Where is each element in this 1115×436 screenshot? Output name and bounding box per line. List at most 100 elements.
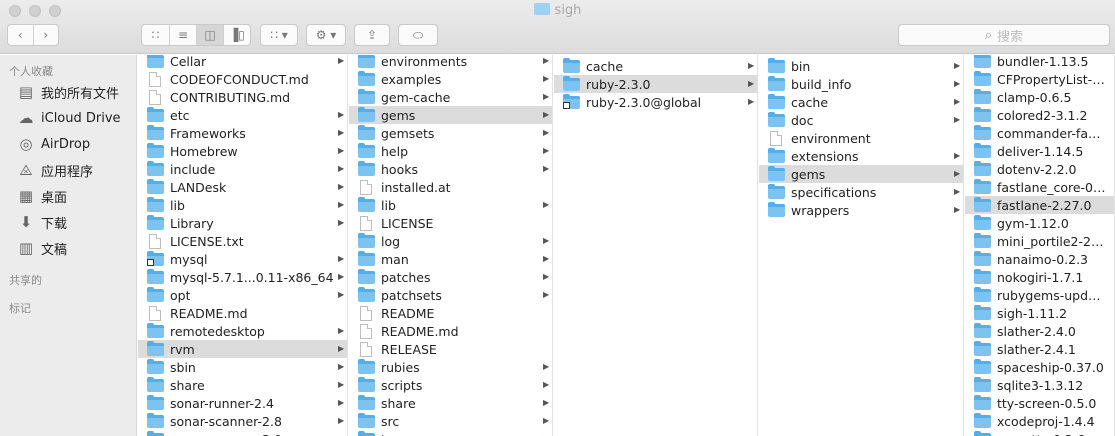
file-row[interactable]: man ▶: [349, 250, 552, 268]
file-row[interactable]: Frameworks ▶: [138, 124, 347, 142]
share-button[interactable]: ⇪: [354, 24, 390, 46]
back-button[interactable]: ‹: [8, 25, 34, 45]
file-row[interactable]: specifications ▶: [759, 183, 963, 201]
file-row[interactable]: Library ▶: [138, 214, 347, 232]
file-row[interactable]: installed.at: [349, 178, 552, 196]
file-row[interactable]: RELEASE: [349, 340, 552, 358]
file-row[interactable]: commander-fastlane-: [965, 124, 1114, 142]
sidebar-item-applications[interactable]: ⨻ 应用程序: [17, 159, 93, 181]
file-row[interactable]: gems ▶: [349, 106, 552, 124]
file-row[interactable]: lib ▶: [349, 196, 552, 214]
sidebar-item-documents[interactable]: ▥ 文稿: [17, 237, 67, 259]
file-row[interactable]: cache ▶: [554, 57, 757, 75]
sidebar-item-airdrop[interactable]: ◎ AirDrop: [17, 133, 90, 155]
file-row[interactable]: share ▶: [138, 376, 347, 394]
file-row[interactable]: cache ▶: [759, 93, 963, 111]
file-row[interactable]: tmp ▶: [349, 430, 552, 436]
file-row[interactable]: README: [349, 304, 552, 322]
file-row[interactable]: environment: [759, 129, 963, 147]
file-row[interactable]: examples ▶: [349, 70, 552, 88]
sidebar-item-downloads[interactable]: ⬇ 下载: [17, 211, 67, 233]
file-row[interactable]: README.md: [349, 322, 552, 340]
file-name: etc: [170, 107, 190, 123]
file-name: tty-screen-0.5.0: [997, 395, 1097, 411]
file-row[interactable]: spaceship-0.37.0: [965, 358, 1114, 376]
file-row[interactable]: Cellar ▶: [138, 55, 347, 70]
file-row[interactable]: gem-cache ▶: [349, 88, 552, 106]
file-row[interactable]: sigh-1.11.2: [965, 304, 1114, 322]
file-row[interactable]: patches ▶: [349, 268, 552, 286]
file-row[interactable]: gems ▶: [759, 165, 963, 183]
file-row[interactable]: src ▶: [349, 412, 552, 430]
file-row[interactable]: bin ▶: [759, 57, 963, 75]
file-row[interactable]: rvm ▶: [138, 340, 347, 358]
cover-flow-button[interactable]: ▐▯: [224, 25, 250, 45]
file-row[interactable]: ruby-2.3.0 ▶: [554, 75, 757, 93]
file-row[interactable]: sqlite3-1.3.12: [965, 376, 1114, 394]
file-row[interactable]: nokogiri-1.7.1: [965, 268, 1114, 286]
sidebar-item-icloud-drive[interactable]: ☁ iCloud Drive: [17, 107, 121, 129]
sidebar-item-desktop[interactable]: ▦ 桌面: [17, 185, 67, 207]
file-row[interactable]: tty-screen-0.5.0: [965, 394, 1114, 412]
file-row[interactable]: log ▶: [349, 232, 552, 250]
column-view-button[interactable]: ◫: [197, 25, 224, 45]
file-row[interactable]: deliver-1.14.5: [965, 142, 1114, 160]
file-row[interactable]: remotedesktop ▶: [138, 322, 347, 340]
file-row[interactable]: CFPropertyList-2.3.3: [965, 70, 1114, 88]
file-name: sbin: [170, 359, 196, 375]
file-row[interactable]: doc ▶: [759, 111, 963, 129]
arrange-button[interactable]: ∷ ▾: [260, 24, 298, 46]
tags-button[interactable]: ⬭: [398, 24, 438, 46]
file-row[interactable]: scripts ▶: [349, 376, 552, 394]
file-row[interactable]: Homebrew ▶: [138, 142, 347, 160]
icon-view-button[interactable]: ∷: [142, 25, 170, 45]
file-row[interactable]: lib ▶: [138, 196, 347, 214]
file-row[interactable]: colored2-3.1.2: [965, 106, 1114, 124]
file-row[interactable]: rubygems-update-2.6: [965, 286, 1114, 304]
file-row[interactable]: sbin ▶: [138, 358, 347, 376]
file-row[interactable]: rubies ▶: [349, 358, 552, 376]
file-row[interactable]: patchsets ▶: [349, 286, 552, 304]
file-row[interactable]: opt ▶: [138, 286, 347, 304]
file-row[interactable]: mini_portile2-2.1.0: [965, 232, 1114, 250]
file-row[interactable]: help ▶: [349, 142, 552, 160]
file-row[interactable]: dotenv-2.2.0: [965, 160, 1114, 178]
folder-icon: [974, 376, 991, 392]
file-row[interactable]: LANDesk ▶: [138, 178, 347, 196]
forward-button[interactable]: ›: [34, 25, 59, 45]
file-row[interactable]: CONTRIBUTING.md: [138, 88, 347, 106]
file-row[interactable]: sonar-scanner-3.0 ▶: [138, 430, 347, 436]
file-row[interactable]: fastlane-2.27.0: [965, 196, 1114, 214]
file-row[interactable]: clamp-0.6.5: [965, 88, 1114, 106]
file-row[interactable]: CODEOFCONDUCT.md: [138, 70, 347, 88]
file-row[interactable]: sonar-scanner-2.8 ▶: [138, 412, 347, 430]
file-row[interactable]: nanaimo-0.2.3: [965, 250, 1114, 268]
file-row[interactable]: environments ▶: [349, 55, 552, 70]
file-row[interactable]: xcpretty-0.2.6: [965, 430, 1114, 436]
file-row[interactable]: LICENSE: [349, 214, 552, 232]
list-view-button[interactable]: ≡: [170, 25, 197, 45]
file-row[interactable]: ruby-2.3.0@global ▶: [554, 93, 757, 111]
file-row[interactable]: hooks ▶: [349, 160, 552, 178]
file-row[interactable]: extensions ▶: [759, 147, 963, 165]
file-row[interactable]: share ▶: [349, 394, 552, 412]
file-row[interactable]: slather-2.4.0: [965, 322, 1114, 340]
file-row[interactable]: etc ▶: [138, 106, 347, 124]
file-row[interactable]: bundler-1.13.5: [965, 55, 1114, 70]
file-row[interactable]: fastlane_core-0.53.0: [965, 178, 1114, 196]
file-row[interactable]: build_info ▶: [759, 75, 963, 93]
file-row[interactable]: LICENSE.txt: [138, 232, 347, 250]
file-row[interactable]: mysql ▶: [138, 250, 347, 268]
file-row[interactable]: wrappers ▶: [759, 201, 963, 219]
file-row[interactable]: gym-1.12.0: [965, 214, 1114, 232]
file-row[interactable]: mysql-5.7.1...0.11-x86_64 ▶: [138, 268, 347, 286]
file-row[interactable]: sonar-runner-2.4 ▶: [138, 394, 347, 412]
file-row[interactable]: xcodeproj-1.4.4: [965, 412, 1114, 430]
file-row[interactable]: README.md: [138, 304, 347, 322]
action-button[interactable]: ⚙ ▾: [306, 24, 346, 46]
file-row[interactable]: slather-2.4.1: [965, 340, 1114, 358]
file-row[interactable]: gemsets ▶: [349, 124, 552, 142]
file-row[interactable]: include ▶: [138, 160, 347, 178]
search-field[interactable]: ⌕ 搜索: [898, 24, 1110, 46]
sidebar-item-all-files[interactable]: ▤ 我的所有文件: [17, 81, 119, 103]
